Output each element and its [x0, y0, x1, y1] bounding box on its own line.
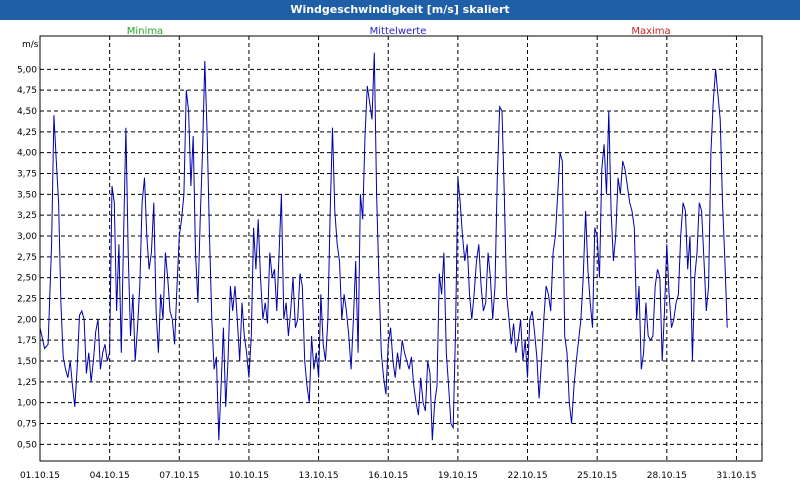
chart-window: Windgeschwindigkeit [m/s] skaliert Minim…: [0, 0, 800, 500]
y-tick-label: 4,50: [17, 107, 37, 117]
x-tick-label: 01.10.15: [20, 471, 60, 481]
y-tick-label: 2,25: [17, 295, 37, 305]
y-tick-label: 2,00: [17, 315, 37, 325]
y-tick-label: 1,75: [17, 336, 37, 346]
y-tick-label: 2,75: [17, 253, 37, 263]
x-tick-labels: 01.10.15 04.10.15 07.10.15 10.10.15 13.10.15…: [20, 471, 757, 481]
x-tick-label: 28.10.15: [647, 471, 687, 481]
y-tick-label: 4,75: [17, 86, 37, 96]
y-tick-label: 4,00: [17, 149, 37, 159]
x-tick-label: 19.10.15: [438, 471, 478, 481]
y-tick-label: 3,75: [17, 170, 37, 180]
y-tick-label: 0,50: [17, 440, 37, 450]
x-tick-label: 07.10.15: [159, 471, 199, 481]
grid-layer: [39, 36, 762, 461]
y-tick-label: 2,50: [17, 274, 37, 284]
y-tick-label: 5,00: [17, 65, 37, 75]
x-tick-label: 10.10.15: [229, 471, 269, 481]
y-tick-label: 0,75: [17, 420, 37, 430]
x-tick-label: 31.10.15: [716, 471, 756, 481]
x-tick-label: 16.10.15: [368, 471, 408, 481]
y-tick-label: 3,50: [17, 190, 37, 200]
y-tick-label: 3,00: [17, 232, 37, 242]
y-tick-label: 1,50: [17, 357, 37, 367]
x-tick-label: 13.10.15: [299, 471, 339, 481]
x-tick-label: 04.10.15: [90, 471, 130, 481]
y-tick-label: 1,00: [17, 399, 37, 409]
x-tick-label: 22.10.15: [507, 471, 547, 481]
y-tick-label: 4,25: [17, 128, 37, 138]
wind-speed-chart: 0,50 0,75 1,00 1,25 1,50 1,75 2,00 2,25 2,50 2,75…: [17, 35, 763, 481]
y-tick-labels: 0,50 0,75 1,00 1,25 1,50 1,75 2,00 2,25 2,50 2,75…: [17, 65, 37, 450]
y-tick-label: 1,25: [17, 378, 37, 388]
plot-frame: [39, 35, 763, 462]
y-tick-label: 3,25: [17, 211, 37, 221]
x-tick-label: 25.10.15: [577, 471, 617, 481]
